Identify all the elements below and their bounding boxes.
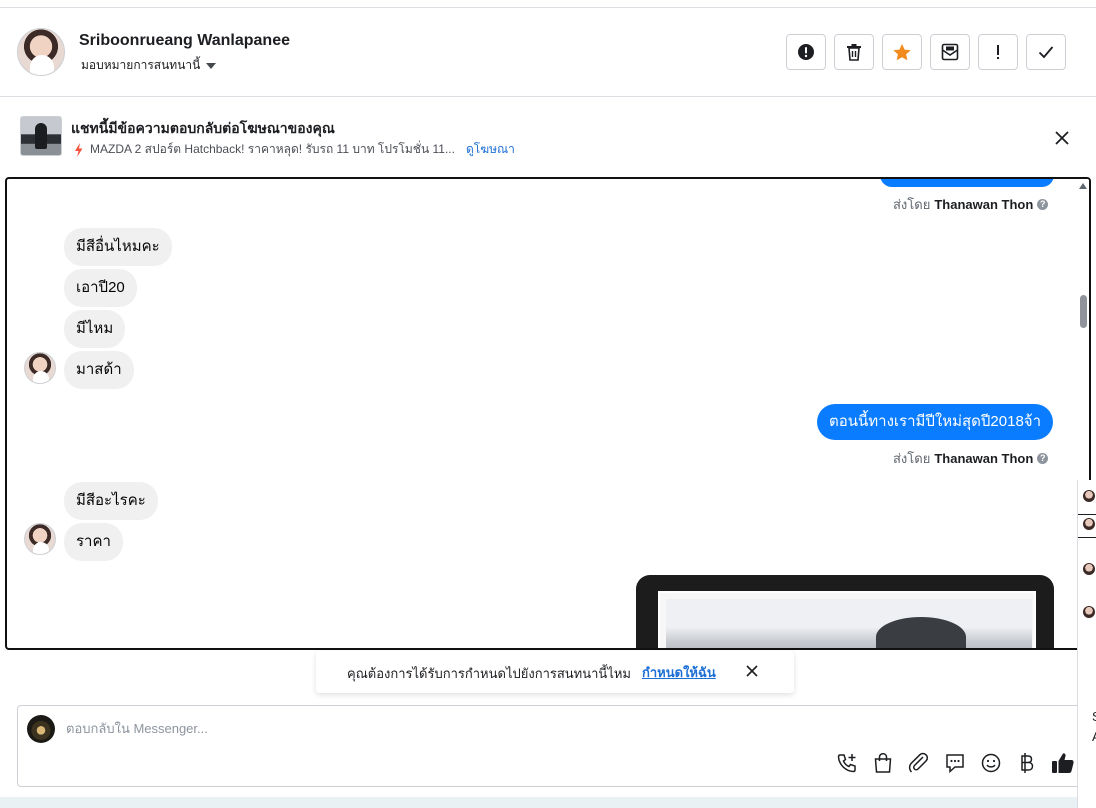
contact-avatar[interactable] [17,28,65,76]
reply-input[interactable] [66,719,766,737]
incoming-message-bubble[interactable]: เอาปี20 [64,269,137,307]
call-icon [837,754,856,773]
conversation-list-edge: S A [1077,480,1096,808]
ad-text: MAZDA 2 สปอร์ต Hatchback! ราคาหลุด! รับร… [90,142,455,156]
list-avatar [1083,606,1095,618]
conversation-actions [786,34,1066,70]
lightning-icon [75,142,83,157]
delete-button[interactable] [834,34,874,70]
shop-button[interactable] [871,751,895,775]
baht-icon [1021,753,1034,773]
mark-unread-button[interactable] [930,34,970,70]
top-divider [0,0,1096,8]
ad-details: MAZDA 2 สปอร์ต Hatchback! ราคาหลุด! รับร… [74,140,515,159]
assign-prompt-toast: คุณต้องการได้รับการกำหนดไปยังการสนทนานี้… [316,651,794,693]
sent-by-label: ส่งโดย Thanawan Thon ? [893,448,1049,469]
divider [1078,537,1096,538]
message-thread[interactable]: ส่งโดย Thanawan Thon ? มีสีอื่นไหมคะ เอา… [5,177,1091,650]
outgoing-message-bubble[interactable]: ตอนนี้ทางเรามีปีใหม่สุดปี2018จ้า [817,404,1054,440]
page-avatar [27,715,55,743]
messenger-inbox-conversation: Sriboonrueang Wanlapanee มอบหมายการสนทนา… [0,0,1096,808]
image-message[interactable] [636,575,1054,648]
saved-replies-button[interactable] [943,751,967,775]
envelope-icon [941,43,959,61]
help-icon[interactable]: ? [1037,453,1049,464]
incoming-message-bubble[interactable]: มีสีอะไรคะ [64,482,158,520]
shopping-bag-icon [874,753,892,773]
assign-to-me-link[interactable]: กำหนดให้ฉัน [642,662,716,683]
mark-done-button[interactable] [1026,34,1066,70]
contact-name[interactable]: Sriboonrueang Wanlapanee [79,32,290,50]
assign-conversation-dropdown[interactable]: มอบหมายการสนทนานี้ [81,56,217,75]
ad-reply-banner: แชทนี้มีข้อความตอบกลับต่อโฆษณาของคุณ MAZ… [0,97,1096,177]
list-avatar [1083,518,1095,530]
emoji-icon [981,753,1001,773]
car-photo [666,599,1032,648]
caret-down-icon [206,63,217,69]
reply-composer [17,705,1096,787]
contact-avatar-small [24,352,56,384]
contact-avatar-small [24,523,56,555]
paperclip-icon [908,752,929,773]
close-icon[interactable] [744,663,760,679]
scroll-thumb[interactable] [1080,295,1087,328]
report-spam-button[interactable] [786,34,826,70]
star-button[interactable] [882,34,922,70]
list-avatar [1083,563,1095,575]
ad-thumbnail[interactable] [20,116,62,156]
incoming-message-bubble[interactable]: มาสด้า [64,351,134,389]
list-avatar [1083,490,1095,502]
scroll-up-arrow-icon[interactable] [1079,183,1087,189]
star-icon [893,43,911,60]
like-button[interactable] [1051,751,1075,775]
ad-banner-title: แชทนี้มีข้อความตอบกลับต่อโฆษณาของคุณ [71,120,335,136]
thumbs-up-icon [1052,753,1074,773]
help-icon[interactable]: ? [1037,199,1049,210]
page-footer-strip [0,797,1096,808]
outgoing-message-bubble[interactable] [880,179,1054,187]
incoming-message-bubble[interactable]: มีสีอื่นไหมคะ [64,228,172,266]
saved-reply-icon [946,754,964,774]
composer-toolbar [835,751,1075,775]
cropped-text: A [1092,729,1096,744]
incoming-message-bubble[interactable]: มีไหม [64,310,126,348]
image-frame [658,591,1036,648]
follow-up-button[interactable] [978,34,1018,70]
exclamation-icon [997,45,999,59]
payment-button[interactable] [1015,751,1039,775]
divider [1078,514,1096,515]
exclamation-circle-icon [798,44,814,60]
view-ad-link[interactable]: ดูโฆษณา [466,140,515,159]
trash-icon [847,44,861,61]
emoji-button[interactable] [979,751,1003,775]
incoming-message-bubble[interactable]: ราคา [64,523,123,561]
attach-button[interactable] [907,751,931,775]
close-icon[interactable] [1052,128,1072,148]
assign-label: มอบหมายการสนทนานี้ [81,58,201,72]
check-icon [1038,46,1054,59]
cropped-text: S [1092,709,1096,724]
assign-prompt-text: คุณต้องการได้รับการกำหนดไปยังการสนทนานี้… [347,666,631,681]
sent-by-label: ส่งโดย Thanawan Thon ? [893,194,1049,215]
call-button[interactable] [835,751,859,775]
conversation-header: Sriboonrueang Wanlapanee มอบหมายการสนทนา… [0,8,1096,97]
